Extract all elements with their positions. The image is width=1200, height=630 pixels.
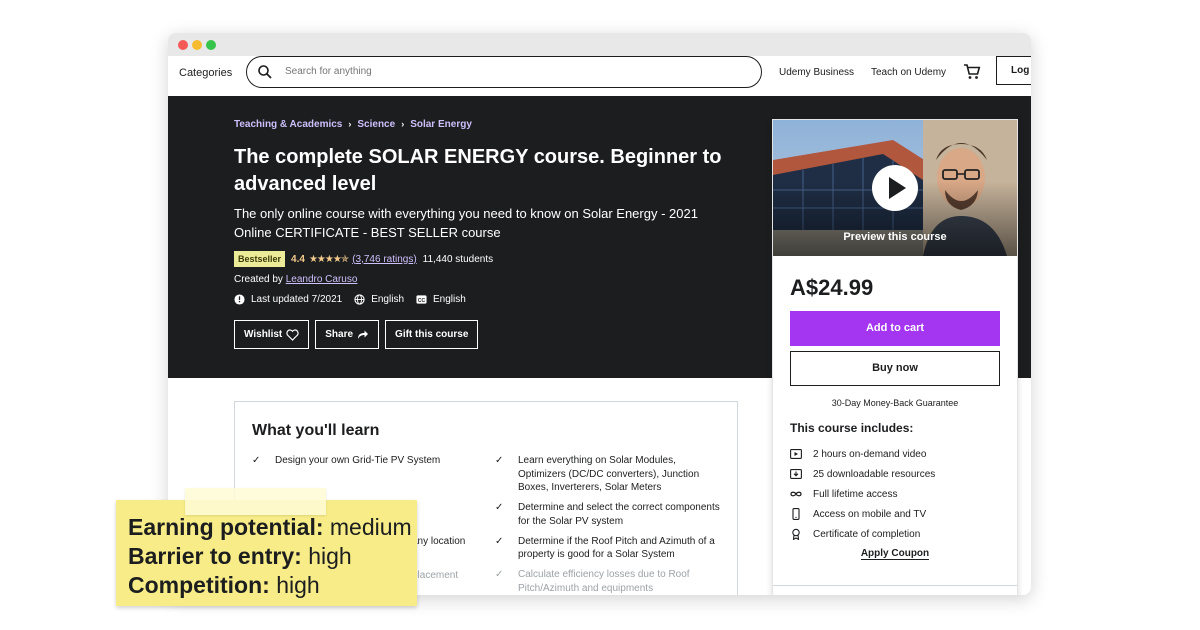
- course-price: A$24.99: [790, 275, 874, 300]
- close-window-dot[interactable]: [178, 40, 188, 50]
- include-item: Access on mobile and TV: [790, 504, 935, 524]
- heart-icon: [286, 328, 299, 341]
- course-subtitle: The only online course with everything y…: [234, 206, 698, 240]
- preview-label: Preview this course: [843, 231, 947, 243]
- breadcrumb-item-solar-energy[interactable]: Solar Energy: [410, 119, 472, 130]
- learn-item: ✓ Determine if the Roof Pitch and Azimuth…: [495, 535, 715, 561]
- check-icon: ✓: [495, 455, 504, 466]
- learn-title: What you'll learn: [252, 422, 380, 439]
- login-button[interactable]: Log: [996, 56, 1031, 85]
- globe-icon: [354, 294, 365, 305]
- download-icon: [790, 469, 802, 479]
- barrier-to-entry-line: Barrier to entry: high: [128, 543, 352, 569]
- course-language: English: [371, 294, 405, 305]
- categories-link[interactable]: Categories: [179, 67, 232, 79]
- created-by-label: Created by: [234, 274, 283, 285]
- learn-item: ✓ Learn everything on Solar Modules, Opti…: [495, 455, 700, 493]
- play-icon: [889, 177, 906, 199]
- learn-item: ✓ Calculate efficiency losses due to Roof…: [495, 569, 690, 594]
- students-count: 11,440 students: [422, 253, 494, 265]
- divider: [773, 585, 1017, 586]
- learn-item: ✓ Design your own Grid-Tie PV System: [252, 455, 441, 466]
- breadcrumb-item-science[interactable]: Science: [357, 119, 395, 130]
- share-label: Share: [325, 329, 354, 340]
- closed-captions-icon: CC: [416, 295, 427, 304]
- check-icon: ✓: [495, 535, 504, 547]
- learn-list-right: ✓ Learn everything on Solar Modules, Opti…: [495, 454, 720, 595]
- search-icon[interactable]: [257, 64, 273, 80]
- infinity-icon: [790, 491, 802, 497]
- wishlist-label: Wishlist: [244, 329, 283, 340]
- window-titlebar: [168, 33, 1031, 56]
- apply-coupon-link[interactable]: Apply Coupon: [860, 548, 930, 560]
- check-icon: ✓: [495, 569, 504, 580]
- buy-now-button[interactable]: Buy now: [790, 351, 1000, 386]
- mobile-icon: [792, 508, 800, 520]
- svg-text:CC: CC: [418, 298, 426, 304]
- alert-badge-icon: [234, 294, 245, 305]
- search-bar[interactable]: [246, 56, 762, 88]
- course-meta: Last updated 7/2021 English CC English: [234, 294, 466, 305]
- author-link[interactable]: Leandro Caruso: [286, 274, 358, 285]
- includes-list: 2 hours on-demand video 25 downloadable …: [790, 444, 935, 544]
- tape-strip: [185, 488, 326, 515]
- rating-row: Bestseller 4.4 ★★★★✯ (3,746 ratings) 11,…: [234, 251, 493, 267]
- share-button[interactable]: Share: [315, 320, 380, 349]
- breadcrumb-item-teaching[interactable]: Teaching & Academics: [234, 119, 342, 130]
- minimize-window-dot[interactable]: [192, 40, 202, 50]
- include-item: 25 downloadable resources: [790, 464, 935, 484]
- purchase-sidebar: Preview this course A$24.99 Add to cart …: [772, 119, 1018, 595]
- course-captions: English: [433, 294, 466, 305]
- maximize-window-dot[interactable]: [206, 40, 216, 50]
- check-icon: ✓: [252, 455, 261, 466]
- share-arrow-icon: [358, 330, 369, 339]
- top-navbar: Categories Udemy Business Teach on Udemy…: [168, 56, 1031, 96]
- gift-course-button[interactable]: Gift this course: [385, 320, 479, 349]
- wishlist-button[interactable]: Wishlist: [234, 320, 310, 349]
- bestseller-badge: Bestseller: [234, 251, 286, 267]
- sticky-note: Earning potential: medium Barrier to ent…: [116, 500, 417, 606]
- add-to-cart-button[interactable]: Add to cart: [790, 311, 1000, 346]
- learn-item: ✓ Determine and select the correct compon…: [495, 502, 720, 527]
- check-icon: ✓: [495, 502, 504, 513]
- course-title: The complete SOLAR ENERGY course. Beginn…: [234, 146, 722, 195]
- course-preview[interactable]: Preview this course: [773, 120, 1017, 256]
- ratings-count-link[interactable]: (3,746 ratings): [352, 254, 416, 265]
- breadcrumb: Teaching & Academics › Science › Solar Energ…: [234, 119, 472, 130]
- money-back-guarantee: 30-Day Money-Back Guarantee: [831, 398, 959, 408]
- certificate-icon: [792, 528, 800, 540]
- teach-link[interactable]: Teach on Udemy: [871, 67, 946, 78]
- include-item: 2 hours on-demand video: [790, 444, 935, 464]
- hero-actions: Wishlist Share Gift this course: [234, 320, 484, 349]
- includes-title: This course includes:: [790, 421, 914, 435]
- play-button[interactable]: [872, 165, 918, 211]
- chevron-right-icon: ›: [401, 119, 405, 129]
- earning-potential-line: Earning potential: medium: [128, 514, 412, 540]
- include-item: Certificate of completion: [790, 524, 935, 544]
- competition-line: Competition: high: [128, 572, 320, 598]
- video-icon: [790, 449, 802, 459]
- last-updated: Last updated 7/2021: [251, 294, 343, 305]
- chevron-right-icon: ›: [348, 119, 352, 129]
- rating-value: 4.4: [291, 253, 305, 265]
- cart-icon[interactable]: [963, 63, 981, 81]
- udemy-business-link[interactable]: Udemy Business: [779, 67, 854, 78]
- search-input[interactable]: [285, 66, 685, 77]
- apply-coupon: Apply Coupon: [773, 548, 1017, 560]
- include-item: Full lifetime access: [790, 484, 935, 504]
- star-rating-icon: ★★★★✯: [308, 253, 349, 265]
- created-by: Created by Leandro Caruso: [234, 274, 357, 285]
